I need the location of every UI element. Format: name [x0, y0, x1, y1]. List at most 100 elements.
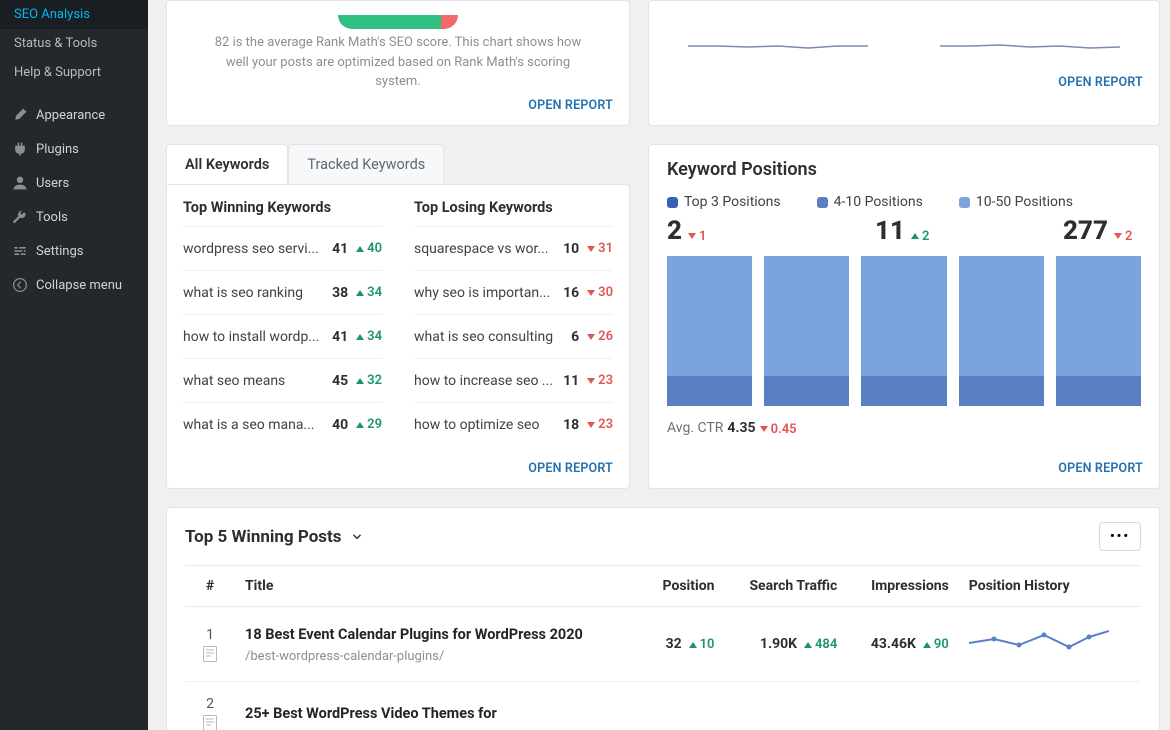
keyword-value: 18	[563, 417, 579, 433]
sidebar-sub-seo-analysis[interactable]: SEO Analysis	[0, 0, 148, 29]
wp-admin-sidebar: SEO Analysis Status & Tools Help & Suppo…	[0, 0, 148, 730]
down-icon	[587, 378, 595, 384]
top-posts-table: # Title Position Search Traffic Impressi…	[185, 565, 1141, 730]
sidebar-item-appearance[interactable]: Appearance	[0, 98, 148, 132]
tab-tracked-keywords[interactable]: Tracked Keywords	[288, 144, 444, 184]
user-icon	[10, 173, 30, 193]
keyword-positions-card: Keyword Positions Top 3 Positions 4-10 P…	[648, 144, 1160, 489]
sparkline-icon	[969, 621, 1109, 663]
post-impressions	[847, 682, 958, 730]
keyword-value: 10	[563, 241, 579, 257]
open-report-positions[interactable]: OPEN REPORT	[1058, 461, 1143, 476]
col-history: Position History	[959, 566, 1141, 607]
kp-bar	[764, 256, 849, 406]
down-icon	[587, 422, 595, 428]
keyword-row[interactable]: what is seo ranking 38 34	[183, 270, 382, 314]
down-icon	[587, 334, 595, 340]
sidebar-sub-help-support[interactable]: Help & Support	[0, 58, 148, 87]
post-impressions: 43.46K 90	[847, 607, 958, 682]
col-position: Position	[643, 566, 725, 607]
keywords-tabs: All Keywords Tracked Keywords	[166, 144, 630, 184]
keyword-name: what seo means	[183, 373, 332, 389]
post-index: 2	[185, 682, 235, 730]
sidebar-item-plugins[interactable]: Plugins	[0, 132, 148, 166]
sidebar-item-settings[interactable]: Settings	[0, 234, 148, 268]
up-icon	[356, 290, 364, 296]
keyword-value: 41	[332, 329, 348, 345]
sliders-icon	[10, 241, 30, 261]
top-losing-keywords: Top Losing Keywords squarespace vs wor..…	[398, 199, 629, 446]
open-report-keywords[interactable]: OPEN REPORT	[528, 461, 613, 476]
seo-score-donut	[338, 15, 458, 29]
keyword-delta: 29	[356, 417, 382, 432]
post-traffic	[724, 682, 847, 730]
more-options-button[interactable]: •••	[1099, 522, 1141, 551]
keyword-row[interactable]: what is seo consulting 6 26	[414, 314, 613, 358]
keyword-name: why seo is importan...	[414, 285, 563, 301]
kp-bar	[667, 256, 752, 406]
keyword-row[interactable]: squarespace vs wor... 10 31	[414, 226, 613, 270]
up-icon	[356, 378, 364, 384]
winning-header: Top Winning Keywords	[183, 199, 382, 216]
post-position	[643, 682, 725, 730]
sparkline-1	[667, 37, 889, 55]
post-history	[959, 682, 1141, 730]
stat-value-1	[667, 15, 889, 29]
keyword-delta: 23	[587, 373, 613, 388]
sidebar-collapse-menu[interactable]: Collapse menu	[0, 268, 148, 302]
legend-dot-icon	[817, 197, 828, 208]
sidebar-sub-status-tools[interactable]: Status & Tools	[0, 29, 148, 58]
open-report-stats[interactable]: OPEN REPORT	[1058, 75, 1143, 90]
keywords-panel: All Keywords Tracked Keywords Top Winnin…	[166, 144, 630, 489]
keyword-value: 41	[332, 241, 348, 257]
keyword-name: how to install wordp...	[183, 329, 332, 345]
kp-legend: Top 3 Positions 4-10 Positions 10-50 Pos…	[667, 194, 1141, 210]
down-icon	[587, 290, 595, 296]
keyword-row[interactable]: why seo is importan... 16 30	[414, 270, 613, 314]
seo-score-card: 82 is the average Rank Math's SEO score.…	[166, 0, 630, 126]
keyword-row[interactable]: what is a seo mana... 40 29	[183, 402, 382, 446]
document-icon	[203, 715, 217, 730]
kp-stat-10-50: 2772	[1063, 216, 1141, 246]
col-index: #	[185, 566, 235, 607]
down-icon	[587, 246, 595, 252]
keyword-delta: 31	[587, 241, 613, 256]
sparkline-2	[919, 37, 1141, 55]
sidebar-separator	[0, 92, 148, 93]
keyword-delta: 34	[356, 329, 382, 344]
keyword-delta: 32	[356, 373, 382, 388]
sidebar-item-tools[interactable]: Tools	[0, 200, 148, 234]
post-row[interactable]: 2 25+ Best WordPress Video Themes for	[185, 682, 1141, 730]
up-icon	[356, 334, 364, 340]
tab-all-keywords[interactable]: All Keywords	[166, 144, 288, 184]
stat-block-1	[667, 15, 889, 55]
keyword-row[interactable]: how to install wordp... 41 34	[183, 314, 382, 358]
keyword-row[interactable]: what seo means 45 32	[183, 358, 382, 402]
keyword-row[interactable]: wordpress seo servi... 41 40	[183, 226, 382, 270]
legend-4-10: 4-10 Positions	[817, 194, 923, 210]
post-row[interactable]: 1 18 Best Event Calendar Plugins for Wor…	[185, 607, 1141, 682]
sidebar-item-users[interactable]: Users	[0, 166, 148, 200]
keyword-name: how to optimize seo	[414, 417, 563, 433]
keyword-value: 40	[332, 417, 348, 433]
keyword-name: how to increase seo ...	[414, 373, 563, 389]
top-posts-heading[interactable]: Top 5 Winning Posts	[185, 527, 364, 547]
keywords-body: Top Winning Keywords wordpress seo servi…	[166, 184, 630, 489]
legend-dot-icon	[667, 197, 678, 208]
legend-10-50: 10-50 Positions	[959, 194, 1073, 210]
kp-bar	[1056, 256, 1141, 406]
keyword-positions-title: Keyword Positions	[667, 159, 1141, 180]
keyword-name: what is seo consulting	[414, 329, 571, 345]
open-report-seo-score[interactable]: OPEN REPORT	[528, 98, 613, 113]
keyword-name: squarespace vs wor...	[414, 241, 563, 257]
keyword-row[interactable]: how to optimize seo 18 23	[414, 402, 613, 446]
kp-stat-4-10: 112	[875, 216, 953, 246]
post-index: 1	[185, 607, 235, 682]
down-icon	[1114, 233, 1122, 239]
down-icon	[688, 233, 696, 239]
keyword-value: 38	[332, 285, 348, 301]
keyword-value: 6	[571, 329, 579, 345]
keyword-row[interactable]: how to increase seo ... 11 23	[414, 358, 613, 402]
post-title-cell: 25+ Best WordPress Video Themes for	[235, 682, 643, 730]
keyword-delta: 26	[587, 329, 613, 344]
